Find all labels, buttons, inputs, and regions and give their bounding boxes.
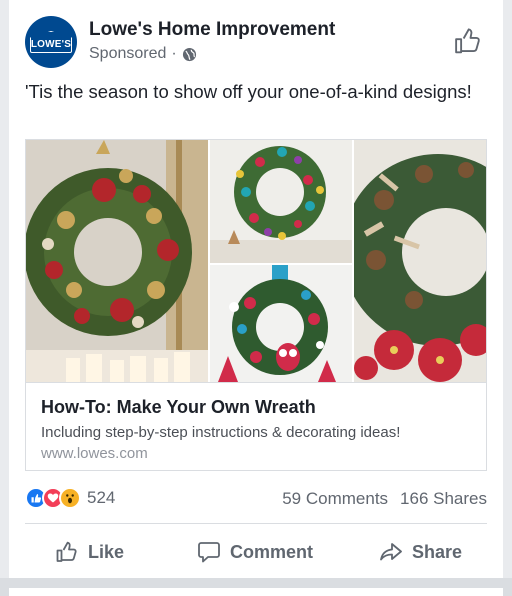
wreath-photo-owl [210,265,352,382]
speech-bubble-icon [197,540,221,564]
sponsored-post-card: LOWE'S Lowe's Home Improvement Sponsored… [9,0,503,578]
share-button-label: Share [412,541,463,562]
thumbs-up-outline-icon [55,540,79,564]
comments-count[interactable]: 59 Comments [282,489,388,509]
next-post-top [9,588,503,596]
page-avatar[interactable]: LOWE'S [25,16,77,68]
engagement-counts: 59 Comments 166 Shares [282,489,487,509]
like-button[interactable]: Like [55,536,124,568]
sponsored-label[interactable]: Sponsored [89,45,166,63]
share-button[interactable]: Share [379,536,462,568]
post-body-text: 'Tis the season to show off your one-of-… [25,81,472,102]
link-title[interactable]: How-To: Make Your Own Wreath [41,397,316,418]
comment-button-label: Comment [230,541,314,562]
lowes-logo-text: LOWE'S [30,38,72,50]
link-url: www.lowes.com [41,445,148,462]
globe-icon [182,47,197,62]
like-button-label: Like [88,541,125,562]
reactions-summary[interactable]: 524 [25,487,115,509]
post-meta: Sponsored · [89,45,197,63]
thumbs-up-outline-icon[interactable] [453,26,483,56]
wreath-photo-colorful-ornaments [210,140,352,263]
feed-separator [0,578,512,596]
link-preview-card[interactable]: How-To: Make Your Own Wreath Including s… [25,139,487,471]
share-arrow-icon [379,540,403,564]
link-info-section[interactable]: How-To: Make Your Own Wreath Including s… [26,382,486,470]
reaction-count[interactable]: 524 [87,488,115,508]
shares-count[interactable]: 166 Shares [400,489,487,509]
lowes-logo: LOWE'S [30,31,72,53]
page-name-link[interactable]: Lowe's Home Improvement [89,19,335,41]
comment-button[interactable]: Comment [197,536,313,568]
link-description: Including step-by-step instructions & de… [41,424,401,441]
wreath-photo-pinecone-poinsettia [354,140,486,382]
action-divider [25,523,487,524]
wreath-photo-gold-red [26,140,208,382]
wreath-image-collage[interactable] [26,140,486,382]
wow-reaction-icon [59,487,81,509]
meta-separator: · [171,45,177,62]
